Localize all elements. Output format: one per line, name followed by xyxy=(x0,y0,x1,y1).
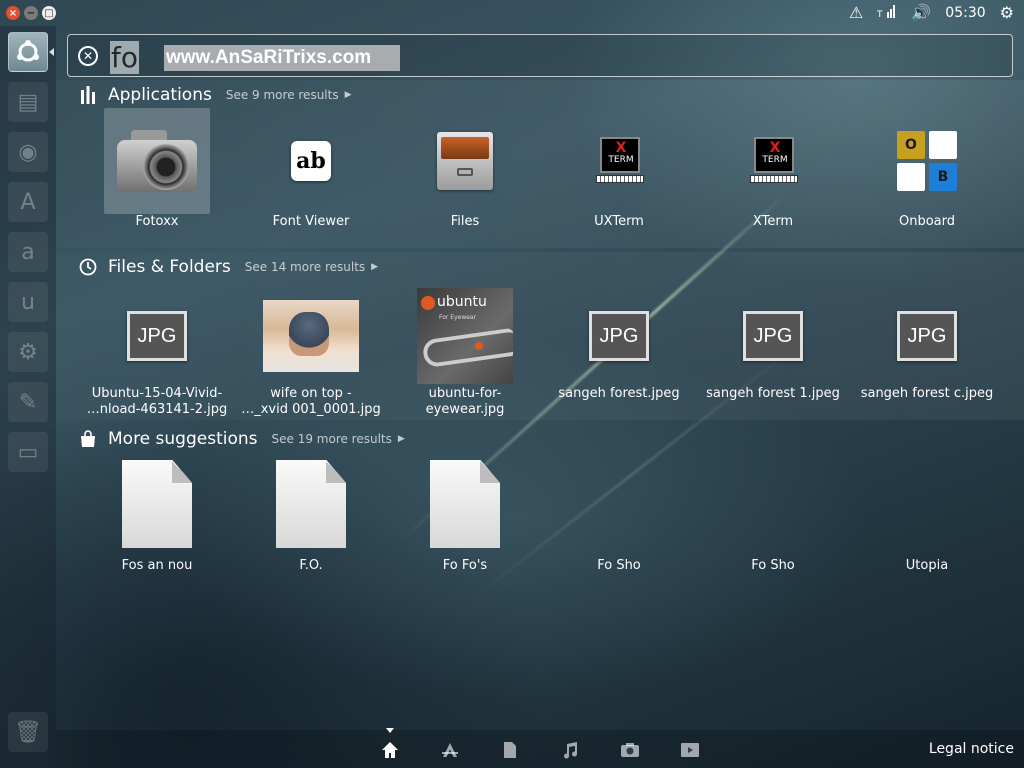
file-cabinet-icon xyxy=(417,113,513,209)
gear-icon[interactable]: ⚙ xyxy=(1000,2,1014,24)
suggestion-label: F.O. xyxy=(299,558,323,573)
jpg-file-icon: JPG xyxy=(109,288,205,384)
ubuntu-one-launcher-icon[interactable]: u xyxy=(8,282,48,322)
ubuntu-eyewear-thumbnail: ubuntu For Eyewear xyxy=(417,288,513,384)
music-icon[interactable] xyxy=(559,740,581,760)
applications-title: Applications xyxy=(108,85,212,105)
app-label: Fotoxx xyxy=(135,214,179,229)
close-button[interactable]: × xyxy=(6,6,20,20)
chevron-right-icon: ▶ xyxy=(397,434,405,444)
chevron-right-icon: ▶ xyxy=(371,262,379,272)
keyboard-icon: O B xyxy=(879,113,975,209)
file-label: sangeh forest c.jpeg xyxy=(860,386,994,401)
applications-category-icon xyxy=(78,85,98,105)
launcher: ▤ ◉ A a u ⚙ ✎ ▭ 🗑 xyxy=(0,26,56,768)
files-launcher-icon[interactable]: ▤ xyxy=(8,82,48,122)
network-icon[interactable]: T xyxy=(876,2,897,24)
clock[interactable]: 05:30 xyxy=(945,5,985,21)
suggestions-more-link[interactable]: See 19 more results xyxy=(272,432,392,446)
files-icon[interactable] xyxy=(499,740,521,760)
file-label: wife on top - …_xvid 001_0001.jpg xyxy=(241,386,381,417)
applications-more-link[interactable]: See 9 more results xyxy=(226,88,339,102)
search-input[interactable]: fo xyxy=(110,41,139,74)
app-label: Font Viewer xyxy=(272,214,350,229)
maximize-button[interactable]: □ xyxy=(42,6,56,20)
dash-home-button[interactable] xyxy=(8,32,48,72)
clear-search-icon[interactable]: ✕ xyxy=(78,46,98,66)
drive-launcher-icon[interactable]: ▭ xyxy=(8,432,48,472)
app-label: UXTerm xyxy=(594,214,644,229)
clock-icon xyxy=(78,257,98,277)
document-icon xyxy=(109,456,205,552)
jpg-file-icon: JPG xyxy=(879,288,975,384)
top-panel: × − □ ⚠ T 🔊 05:30 ⚙ xyxy=(0,0,1024,26)
applications-header[interactable]: Applications See 9 more results ▶ xyxy=(78,85,352,105)
app-label: Onboard xyxy=(898,214,955,229)
legal-notice-link[interactable]: Legal notice xyxy=(929,741,1014,757)
files-folders-title: Files & Folders xyxy=(108,257,231,277)
shopping-bag-icon xyxy=(78,429,98,449)
suggestions-header[interactable]: More suggestions See 19 more results ▶ xyxy=(78,429,405,449)
home-icon[interactable] xyxy=(379,740,401,760)
firefox-launcher-icon[interactable]: ◉ xyxy=(8,132,48,172)
terminal-icon: X TERM xyxy=(571,113,667,209)
applications-icon[interactable] xyxy=(439,740,461,760)
suggestion-label: Fo Fo's xyxy=(442,558,488,573)
camera-icon xyxy=(104,108,210,214)
files-more-link[interactable]: See 14 more results xyxy=(245,260,365,274)
suggestion-label: Fo Sho xyxy=(751,558,795,573)
jpg-file-icon: JPG xyxy=(725,288,821,384)
search-bar[interactable]: ✕ fo www.AnSaRiTrixs.com xyxy=(67,34,1013,77)
software-center-launcher-icon[interactable]: A xyxy=(8,182,48,222)
document-icon xyxy=(263,456,359,552)
search-query: fo xyxy=(110,41,139,74)
app-label: XTerm xyxy=(752,214,794,229)
video-icon[interactable] xyxy=(679,740,701,760)
watermark-text: www.AnSaRiTrixs.com xyxy=(164,45,400,71)
suggestion-label: Utopia xyxy=(905,558,949,573)
font-viewer-icon: ab xyxy=(263,113,359,209)
window-controls: × − □ xyxy=(6,6,56,20)
launcher-active-pip xyxy=(49,48,54,56)
chevron-right-icon: ▶ xyxy=(344,90,352,100)
file-label: Ubuntu-15-04-Vivid- …nload-463141-2.jpg xyxy=(86,386,228,417)
amazon-launcher-icon[interactable]: a xyxy=(8,232,48,272)
lens-bar xyxy=(56,730,1024,768)
suggestions-title: More suggestions xyxy=(108,429,258,449)
file-label: sangeh forest.jpeg xyxy=(558,386,680,401)
document-icon xyxy=(417,456,513,552)
suggestion-label: Fo Sho xyxy=(597,558,641,573)
ubuntu-logo-icon xyxy=(17,40,39,62)
app-label: Files xyxy=(450,214,480,229)
jpg-file-icon: JPG xyxy=(571,288,667,384)
photo-thumbnail xyxy=(263,288,359,384)
indicator-area: ⚠ T 🔊 05:30 ⚙ xyxy=(849,2,1014,24)
files-folders-header[interactable]: Files & Folders See 14 more results ▶ xyxy=(78,257,378,277)
terminal-icon: X TERM xyxy=(725,113,821,209)
active-lens-indicator xyxy=(386,728,394,733)
svg-text:T: T xyxy=(877,10,883,18)
photos-icon[interactable] xyxy=(619,740,641,760)
warning-icon[interactable]: ⚠ xyxy=(849,2,863,24)
volume-icon[interactable]: 🔊 xyxy=(911,2,931,24)
settings-launcher-icon[interactable]: ⚙ xyxy=(8,332,48,372)
suggestion-label: Fos an nou xyxy=(121,558,193,573)
file-label: sangeh forest 1.jpeg xyxy=(706,386,840,401)
trash-launcher-icon[interactable]: 🗑 xyxy=(8,712,48,752)
minimize-button[interactable]: − xyxy=(24,6,38,20)
text-editor-launcher-icon[interactable]: ✎ xyxy=(8,382,48,422)
file-label: ubuntu-for-eyewear.jpg xyxy=(425,386,505,417)
